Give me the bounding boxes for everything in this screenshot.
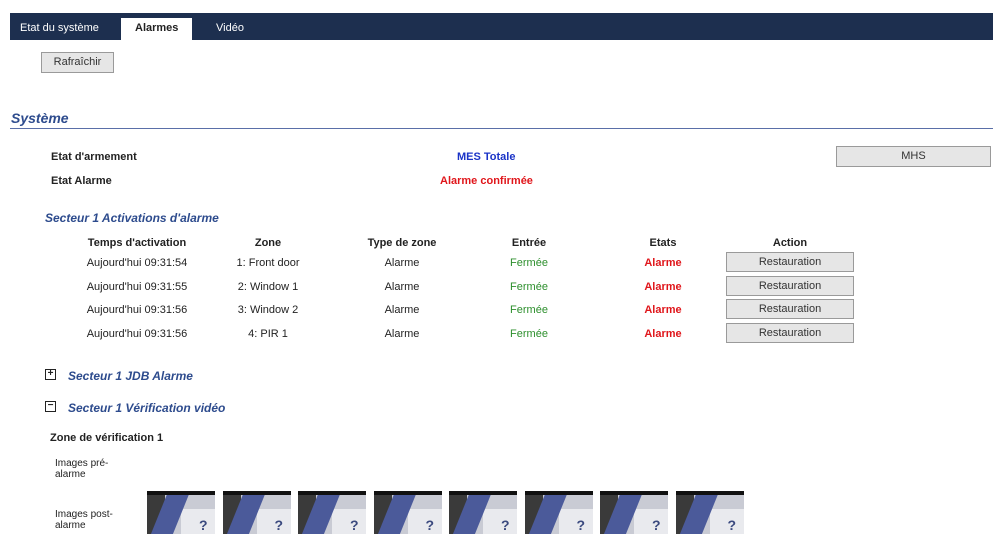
- tab-system-state[interactable]: Etat du système: [10, 18, 109, 40]
- video-thumbnail[interactable]: ?: [600, 491, 668, 534]
- section-divider: [10, 128, 993, 129]
- state-cell: Alarme: [644, 257, 682, 269]
- zone-type-cell: Alarme: [384, 257, 420, 269]
- col-activation-time: Temps d'activation: [87, 237, 187, 249]
- state-cell: Alarme: [644, 304, 682, 316]
- pre-alarm-images-label: Images pré-alarme: [55, 458, 109, 480]
- input-cell: Fermée: [510, 304, 548, 316]
- alarm-log-title[interactable]: Secteur 1 JDB Alarme: [68, 369, 193, 383]
- arming-state-value: MES Totale: [457, 151, 516, 163]
- mhs-button[interactable]: MHS: [836, 146, 991, 167]
- activation-time-cell: Aujourd'hui 09:31:56: [86, 304, 188, 316]
- system-section-title: Système: [11, 110, 69, 126]
- video-thumbnail[interactable]: ?: [524, 491, 593, 534]
- video-thumbnail[interactable]: ?: [449, 491, 517, 534]
- col-input: Entrée: [511, 237, 547, 249]
- tab-alarms[interactable]: Alarmes: [121, 18, 193, 40]
- activation-time-cell: Aujourd'hui 09:31:56: [86, 328, 188, 340]
- restore-button[interactable]: Restauration: [726, 276, 854, 296]
- arming-state-label: Etat d'armement: [51, 151, 137, 163]
- state-cell: Alarme: [644, 281, 682, 293]
- zone-cell: 4: PIR 1: [248, 328, 288, 340]
- restore-button[interactable]: Restauration: [726, 252, 854, 272]
- collapse-icon[interactable]: −: [45, 401, 56, 412]
- video-thumbnail[interactable]: ?: [675, 491, 744, 534]
- video-thumbnail[interactable]: ?: [222, 491, 291, 534]
- col-states: Etats: [649, 237, 677, 249]
- col-action: Action: [772, 237, 808, 249]
- zone-type-cell: Alarme: [384, 328, 420, 340]
- input-cell: Fermée: [510, 257, 548, 269]
- post-alarm-images-label: Images post-alarme: [55, 509, 113, 531]
- video-thumbnail[interactable]: ?: [373, 491, 442, 534]
- video-thumbnail[interactable]: ?: [298, 491, 366, 534]
- video-verification-title[interactable]: Secteur 1 Vérification vidéo: [68, 401, 225, 415]
- restore-button[interactable]: Restauration: [726, 299, 854, 319]
- zone-cell: 3: Window 2: [237, 304, 299, 316]
- input-cell: Fermée: [510, 281, 548, 293]
- activation-time-cell: Aujourd'hui 09:31:54: [86, 257, 188, 269]
- col-zone: Zone: [254, 237, 282, 249]
- top-tab-bar: Etat du système Alarmes Vidéo: [10, 13, 993, 40]
- refresh-button[interactable]: Rafraîchir: [41, 52, 114, 73]
- video-thumbnail[interactable]: ?: [147, 491, 215, 534]
- activations-title: Secteur 1 Activations d'alarme: [45, 211, 219, 225]
- zone-type-cell: Alarme: [384, 304, 420, 316]
- zone-cell: 2: Window 1: [237, 281, 299, 293]
- col-zone-type: Type de zone: [367, 237, 437, 249]
- expand-icon[interactable]: +: [45, 369, 56, 380]
- zone-type-cell: Alarme: [384, 281, 420, 293]
- tab-video[interactable]: Vidéo: [206, 18, 254, 40]
- input-cell: Fermée: [510, 328, 548, 340]
- activation-time-cell: Aujourd'hui 09:31:55: [86, 281, 188, 293]
- restore-button[interactable]: Restauration: [726, 323, 854, 343]
- zone-cell: 1: Front door: [236, 257, 300, 269]
- alarm-state-value: Alarme confirmée: [440, 175, 533, 187]
- verification-zone-title: Zone de vérification 1: [50, 432, 164, 444]
- alarm-state-label: Etat Alarme: [51, 175, 112, 187]
- state-cell: Alarme: [644, 328, 682, 340]
